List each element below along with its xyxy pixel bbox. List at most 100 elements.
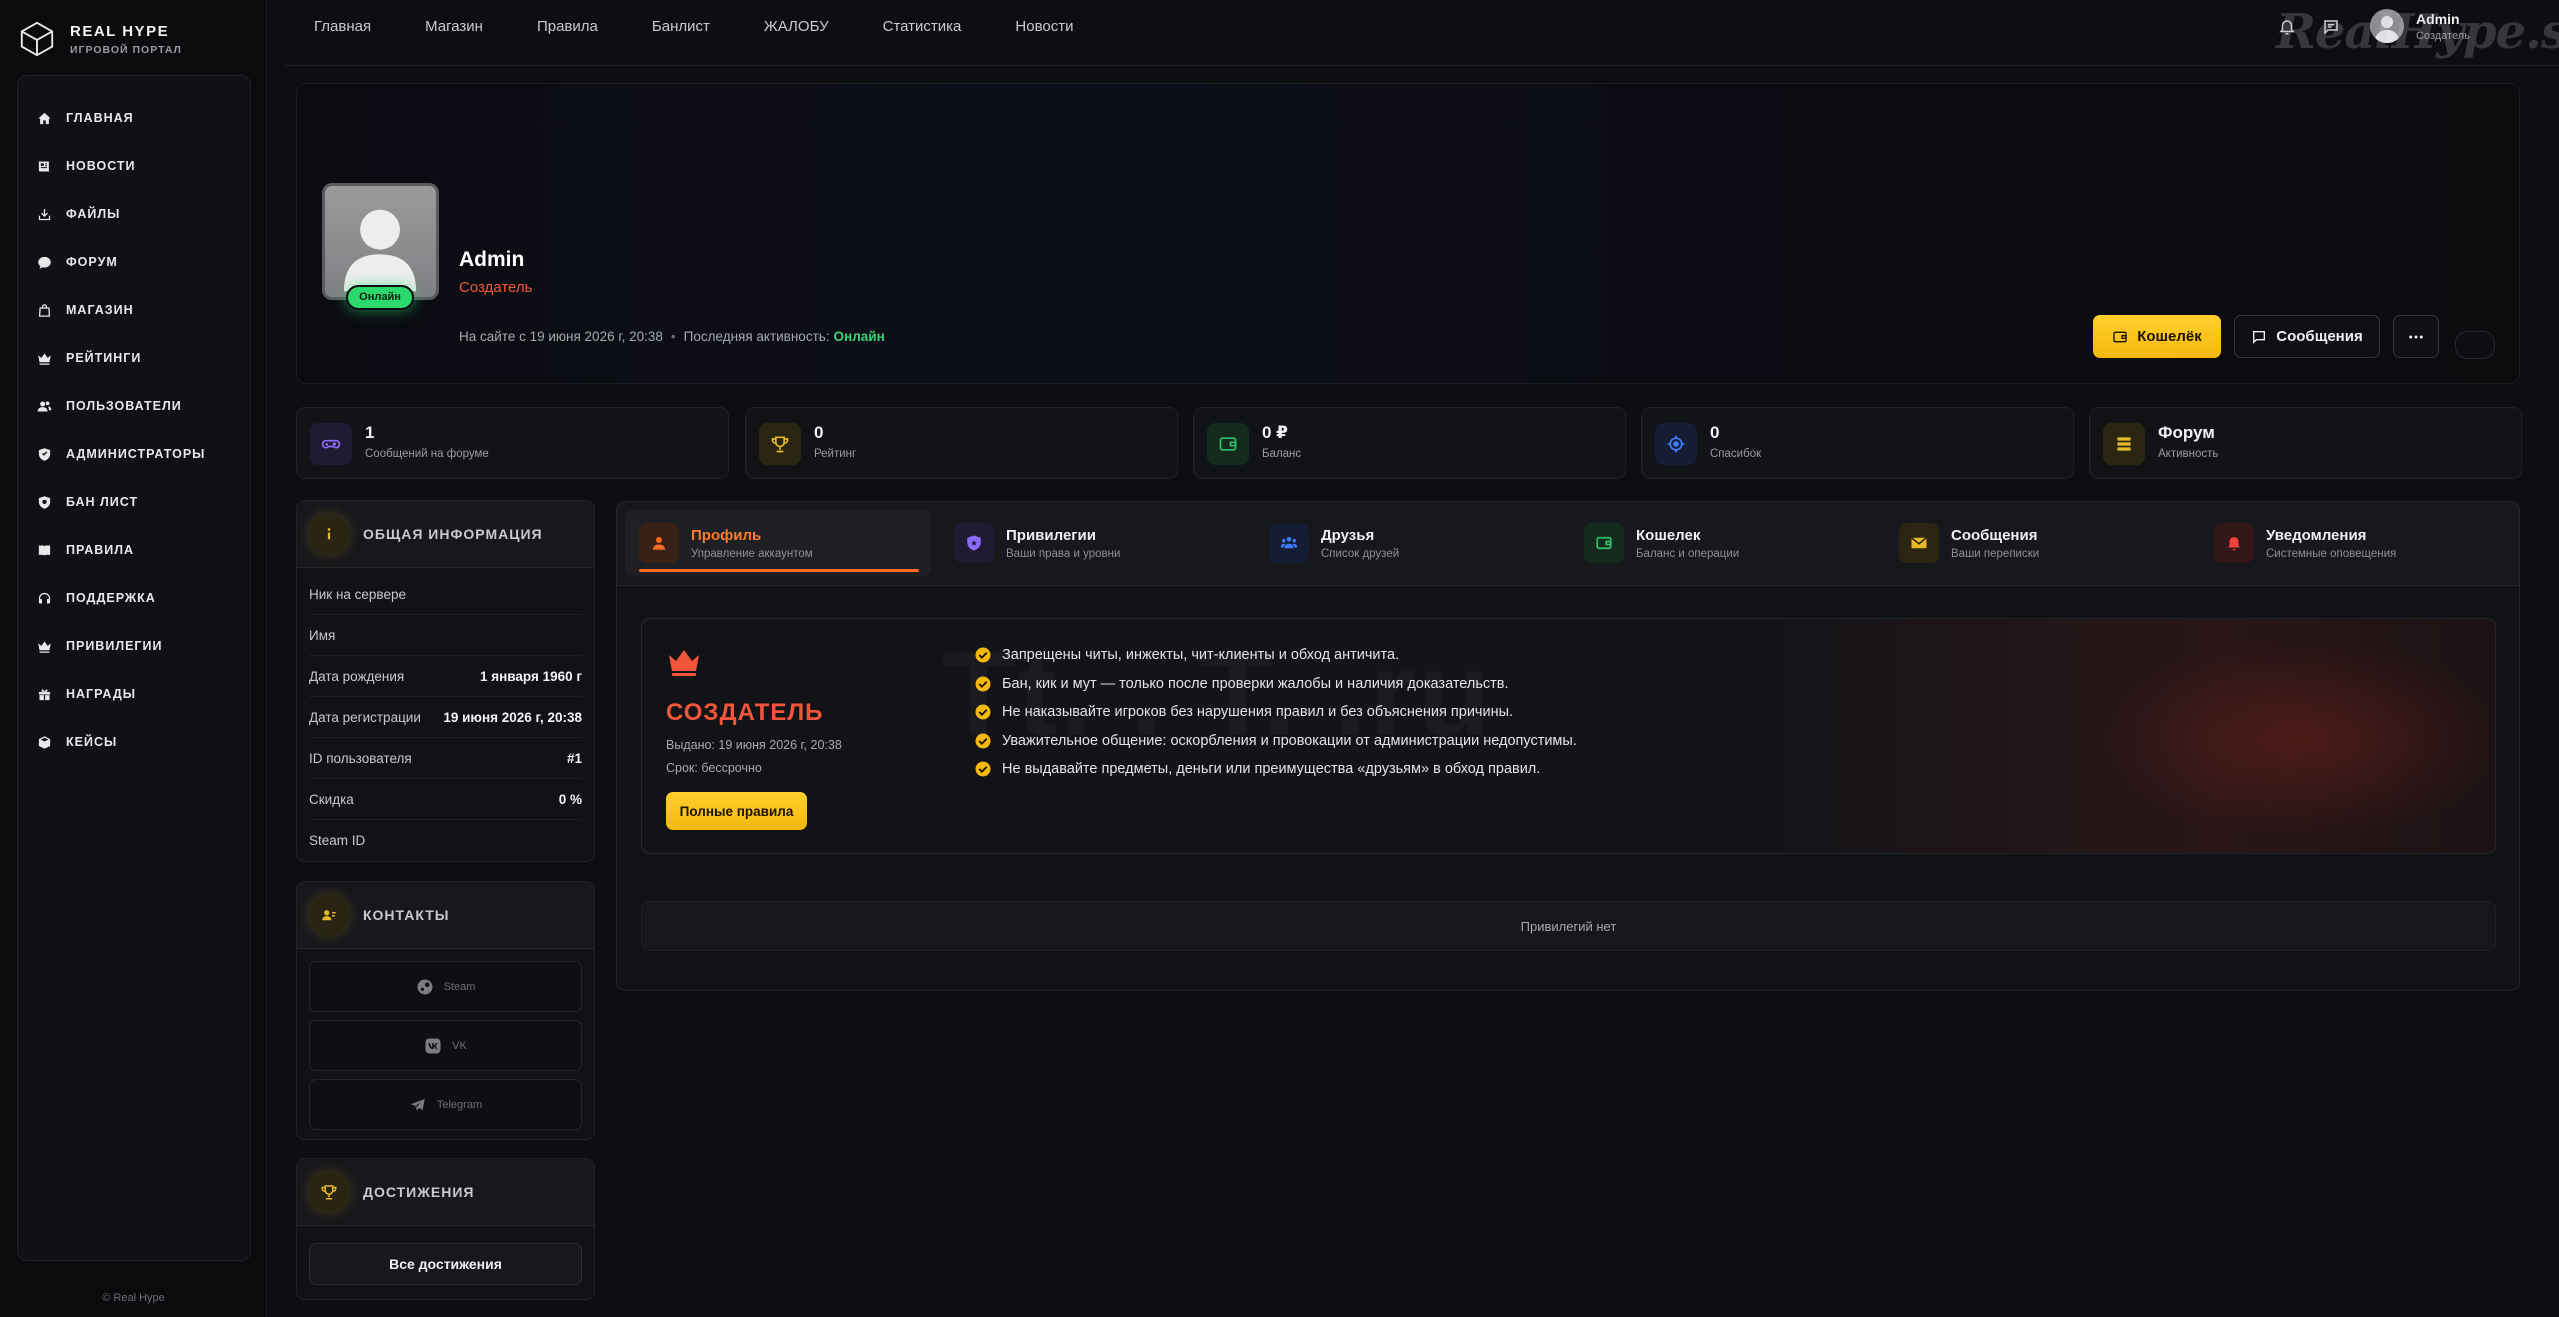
top-user-menu[interactable]: Admin Создатель bbox=[2370, 9, 2470, 43]
user-silhouette-icon bbox=[343, 209, 417, 292]
sidebar-item-privileges[interactable]: ПРИВИЛЕГИИ bbox=[18, 622, 250, 670]
wallet-icon bbox=[1584, 523, 1624, 563]
topbar: Главная Магазин Правила Банлист ЖАЛОБУ С… bbox=[284, 0, 2559, 66]
check-circle-icon bbox=[975, 733, 991, 749]
top-nav-link-shop[interactable]: Магазин bbox=[425, 18, 483, 35]
stat-card-activity: Форум Активность bbox=[2089, 407, 2522, 479]
last-activity-value: Онлайн bbox=[833, 329, 885, 344]
newspaper-icon bbox=[38, 161, 51, 171]
all-achievements-button[interactable]: Все достижения bbox=[309, 1243, 582, 1285]
more-options-button[interactable] bbox=[2393, 315, 2439, 358]
contact-steam-button[interactable]: Steam bbox=[309, 961, 582, 1012]
role-issued-date: Выдано: 19 июня 2026 г, 20:38 bbox=[666, 738, 842, 752]
steam-icon bbox=[417, 979, 433, 994]
top-nav-link-complaint[interactable]: ЖАЛОБУ bbox=[764, 18, 829, 35]
sidebar-item-label: АДМИНИСТРАТОРЫ bbox=[66, 447, 206, 461]
tab-profile[interactable]: Профиль Управление аккаунтом bbox=[625, 510, 931, 576]
top-user-name: Admin bbox=[2416, 10, 2460, 27]
top-nav: Главная Магазин Правила Банлист ЖАЛОБУ С… bbox=[314, 18, 1073, 35]
tab-wallet[interactable]: Кошелек Баланс и операции bbox=[1570, 510, 1876, 576]
top-nav-link-home[interactable]: Главная bbox=[314, 18, 371, 35]
target-icon bbox=[1655, 423, 1697, 465]
separator-dot: • bbox=[670, 329, 676, 344]
check-circle-icon bbox=[975, 647, 991, 663]
messages-button[interactable]: Сообщения bbox=[2234, 315, 2380, 358]
sidebar-item-label: ФАЙЛЫ bbox=[66, 207, 121, 221]
chat-bubble-icon bbox=[38, 256, 51, 269]
tab-sub: Список друзей bbox=[1321, 547, 1400, 560]
crown-icon bbox=[38, 641, 51, 653]
stat-value: 0 ₽ bbox=[1262, 423, 1289, 442]
sidebar-item-ratings[interactable]: РЕЙТИНГИ bbox=[18, 334, 250, 382]
sidebar-item-shop[interactable]: МАГАЗИН bbox=[18, 286, 250, 334]
contact-telegram-button[interactable]: Telegram bbox=[309, 1079, 582, 1130]
member-since: На сайте с 19 июня 2026 г, 20:38 bbox=[459, 329, 663, 344]
tab-label: Сообщения bbox=[1951, 526, 2038, 544]
contact-vk-button[interactable]: VK bbox=[309, 1020, 582, 1071]
list-item: Не выдавайте предметы, деньги или преиму… bbox=[974, 755, 1577, 784]
info-row-name: Имя bbox=[309, 615, 582, 656]
info-icon bbox=[309, 514, 349, 554]
tab-messages[interactable]: Сообщения Ваши переписки bbox=[1885, 510, 2191, 576]
stat-card-balance: 0 ₽ Баланс bbox=[1193, 407, 1626, 479]
wallet-button-label: Кошелёк bbox=[2137, 328, 2202, 345]
profile-avatar[interactable] bbox=[322, 183, 439, 300]
achievements-panel: ДОСТИЖЕНИЯ Все достижения bbox=[296, 1158, 595, 1300]
extra-toggle-button[interactable] bbox=[2455, 331, 2495, 359]
sidebar-item-rules[interactable]: ПРАВИЛА bbox=[18, 526, 250, 574]
message-icon[interactable] bbox=[2322, 18, 2340, 36]
tab-notifications[interactable]: Уведомления Системные оповещения bbox=[2200, 510, 2506, 576]
sidebar-item-admins[interactable]: АДМИНИСТРАТОРЫ bbox=[18, 430, 250, 478]
users-icon bbox=[37, 401, 52, 411]
info-value: 1 января 1960 г bbox=[479, 668, 582, 684]
info-key: ID пользователя bbox=[309, 750, 412, 766]
sidebar-item-banlist[interactable]: БАН ЛИСТ bbox=[18, 478, 250, 526]
online-status-badge: Онлайн bbox=[346, 285, 414, 310]
server-icon bbox=[2103, 423, 2145, 465]
sidebar-item-label: ПОЛЬЗОВАТЕЛИ bbox=[66, 399, 182, 413]
check-circle-icon bbox=[975, 704, 991, 720]
rule-text: Не выдавайте предметы, деньги или преиму… bbox=[1002, 761, 1541, 778]
panel-header: КОНТАКТЫ bbox=[297, 882, 594, 949]
info-key: Дата регистрации bbox=[309, 709, 421, 725]
brand[interactable]: REAL HYPE ИГРОВОЙ ПОРТАЛ bbox=[18, 20, 182, 58]
wallet-button[interactable]: Кошелёк bbox=[2093, 315, 2221, 358]
list-item: Уважительное общение: оскорбления и пров… bbox=[974, 727, 1577, 756]
headset-icon bbox=[38, 592, 51, 603]
profile-tabs: Профиль Управление аккаунтом Привилегии Ва… bbox=[617, 502, 2519, 586]
vk-icon bbox=[425, 1038, 441, 1053]
info-row-registration: Дата регистрации 19 июня 2026 г, 20:38 bbox=[309, 697, 582, 738]
panel-header: ДОСТИЖЕНИЯ bbox=[297, 1159, 594, 1226]
sidebar-item-support[interactable]: ПОДДЕРЖКА bbox=[18, 574, 250, 622]
top-nav-link-banlist[interactable]: Банлист bbox=[652, 18, 710, 35]
sidebar-item-files[interactable]: ФАЙЛЫ bbox=[18, 190, 250, 238]
tab-sub: Системные оповещения bbox=[2266, 547, 2397, 560]
tab-friends[interactable]: Друзья Список друзей bbox=[1255, 510, 1561, 576]
top-nav-link-news[interactable]: Новости bbox=[1015, 18, 1073, 35]
top-nav-link-stats[interactable]: Статистика bbox=[883, 18, 962, 35]
sidebar-item-rewards[interactable]: НАГРАДЫ bbox=[18, 670, 250, 718]
tab-label: Профиль bbox=[691, 526, 762, 544]
bell-icon bbox=[2214, 523, 2254, 563]
profile-meta: На сайте с 19 июня 2026 г, 20:38 • После… bbox=[459, 329, 885, 344]
full-rules-button[interactable]: Полные правила bbox=[666, 792, 807, 830]
stat-value: Форум bbox=[2158, 423, 2215, 442]
role-card-glow bbox=[2092, 639, 2495, 839]
sidebar-item-home[interactable]: ГЛАВНАЯ bbox=[18, 94, 250, 142]
sidebar-item-cases[interactable]: КЕЙСЫ bbox=[18, 718, 250, 766]
sidebar-item-news[interactable]: НОВОСТИ bbox=[18, 142, 250, 190]
stat-card-rating: 0 Рейтинг bbox=[745, 407, 1178, 479]
tab-label: Уведомления bbox=[2266, 526, 2367, 544]
sidebar-item-users[interactable]: ПОЛЬЗОВАТЕЛИ bbox=[18, 382, 250, 430]
profile-content-panel: Профиль Управление аккаунтом Привилегии Ва… bbox=[616, 501, 2520, 991]
sidebar-item-forum[interactable]: ФОРУМ bbox=[18, 238, 250, 286]
role-rules-list: Запрещены читы, инжекты, чит-клиенты и о… bbox=[974, 641, 1577, 784]
sidebar-footer: © Real Hype bbox=[102, 1292, 165, 1304]
bell-icon[interactable] bbox=[2278, 18, 2296, 36]
sidebar-item-label: КЕЙСЫ bbox=[66, 735, 118, 749]
home-icon bbox=[38, 112, 51, 124]
tab-privileges[interactable]: Привилегии Ваши права и уровни bbox=[940, 510, 1246, 576]
cube-logo-icon bbox=[20, 21, 54, 57]
tab-sub: Баланс и операции bbox=[1636, 547, 1740, 560]
top-nav-link-rules[interactable]: Правила bbox=[537, 18, 598, 35]
